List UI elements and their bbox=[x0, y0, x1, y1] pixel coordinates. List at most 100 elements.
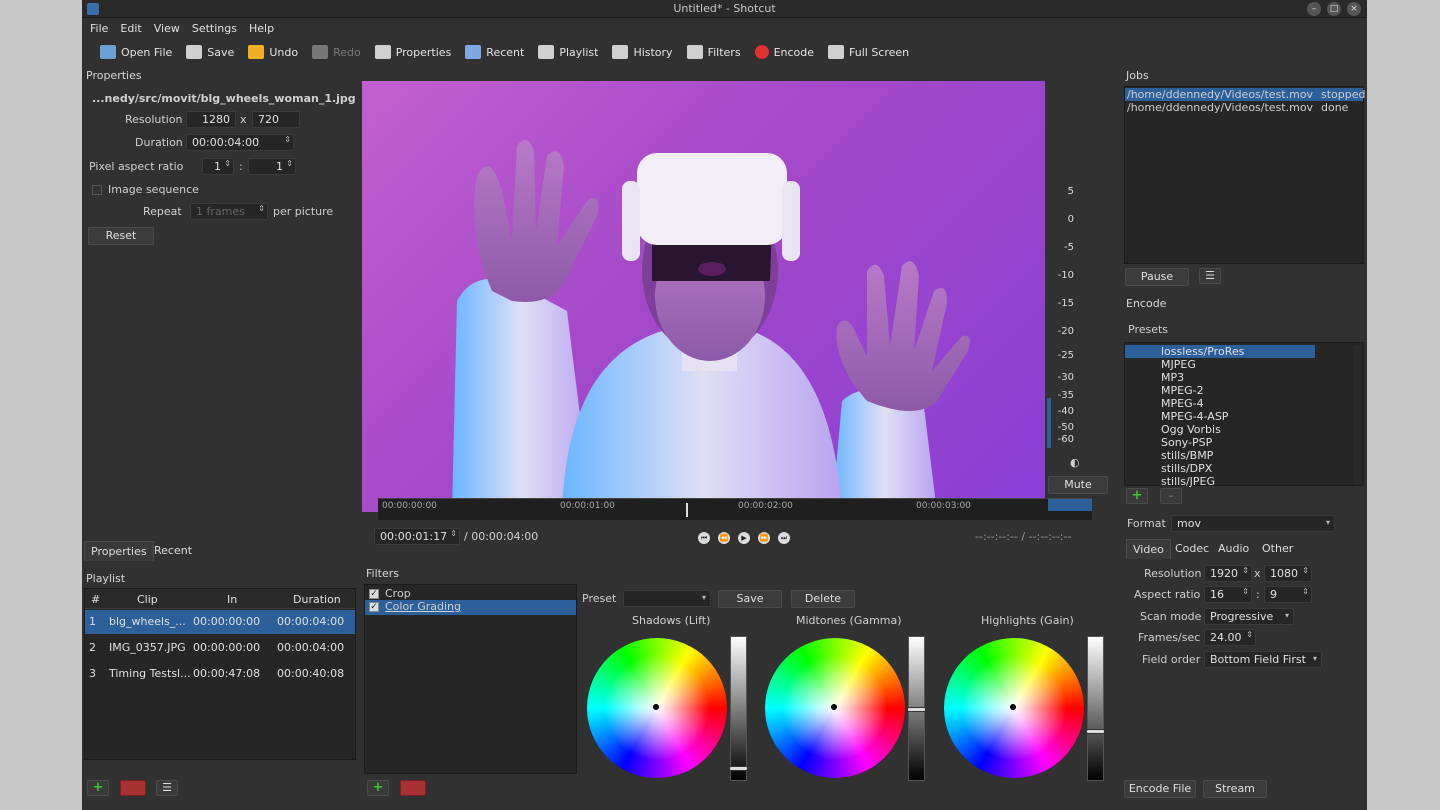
preset-item[interactable]: Sony-PSP bbox=[1161, 436, 1212, 449]
resolution-width-field[interactable]: 1280 bbox=[186, 111, 236, 128]
format-dropdown[interactable]: mov ▾ bbox=[1171, 515, 1335, 532]
close-icon[interactable]: × bbox=[1347, 2, 1361, 16]
slider-handle[interactable] bbox=[729, 766, 748, 771]
spin-icon[interactable]: ⇕ bbox=[286, 159, 293, 168]
pause-button[interactable]: Pause bbox=[1125, 268, 1189, 286]
properties-button[interactable]: Properties bbox=[369, 40, 460, 64]
shadows-level-slider[interactable] bbox=[729, 636, 748, 781]
fast-forward-icon[interactable]: ⏩ bbox=[758, 532, 770, 544]
tab-audio[interactable]: Audio bbox=[1212, 539, 1255, 559]
midtones-level-slider[interactable] bbox=[907, 636, 926, 781]
preset-delete-button[interactable]: Delete bbox=[791, 590, 855, 608]
redo-button[interactable]: Redo bbox=[306, 40, 369, 64]
scan-mode-dropdown[interactable]: Progressive ▾ bbox=[1204, 608, 1294, 625]
menu-settings[interactable]: Settings bbox=[192, 22, 237, 35]
resolution-height-field[interactable]: 720 bbox=[252, 111, 300, 128]
tab-codec[interactable]: Codec bbox=[1169, 539, 1215, 559]
play-icon[interactable]: ▶ bbox=[738, 532, 750, 544]
col-header-num[interactable]: # bbox=[91, 593, 100, 606]
add-clip-button[interactable]: + bbox=[87, 780, 109, 796]
repeat-field[interactable]: 1 frames ⇕ bbox=[190, 203, 268, 220]
spin-icon[interactable]: ⇕ bbox=[1242, 587, 1249, 596]
job-row[interactable]: /home/ddennedy/Videos/test.mov done bbox=[1125, 101, 1363, 114]
mute-button[interactable]: Mute bbox=[1048, 476, 1108, 494]
fps-field[interactable]: 24.00 ⇕ bbox=[1204, 629, 1256, 646]
menu-help[interactable]: Help bbox=[249, 22, 274, 35]
job-row-selected[interactable]: /home/ddennedy/Videos/test.mov stopped bbox=[1125, 88, 1366, 101]
reset-button[interactable]: Reset bbox=[88, 227, 154, 245]
volume-icon[interactable]: ◐ bbox=[1070, 456, 1080, 469]
enc-aspect-num-field[interactable]: 16 ⇕ bbox=[1204, 586, 1252, 603]
playlist-button[interactable]: Playlist bbox=[532, 40, 606, 64]
preset-item[interactable]: stills/DPX bbox=[1161, 462, 1212, 475]
encode-button[interactable]: Encode bbox=[749, 40, 822, 64]
recent-button[interactable]: Recent bbox=[459, 40, 532, 64]
shadows-color-wheel[interactable] bbox=[587, 638, 727, 778]
menu-edit[interactable]: Edit bbox=[120, 22, 141, 35]
spin-icon[interactable]: ⇕ bbox=[1246, 630, 1253, 639]
skip-previous-icon[interactable]: ⏮ bbox=[698, 532, 710, 544]
preset-item[interactable]: lossless/ProRes bbox=[1125, 345, 1315, 358]
col-header-in[interactable]: In bbox=[227, 593, 237, 606]
full-screen-button[interactable]: Full Screen bbox=[822, 40, 917, 64]
tab-video[interactable]: Video bbox=[1126, 539, 1171, 559]
spin-icon[interactable]: ⇕ bbox=[258, 204, 265, 213]
table-row[interactable]: 2 IMG_0357.JPG 00:00:00:00 00:00:04:00 bbox=[85, 636, 355, 660]
rewind-icon[interactable]: ⏪ bbox=[718, 532, 730, 544]
tab-properties[interactable]: Properties bbox=[84, 541, 154, 561]
preset-item[interactable]: stills/BMP bbox=[1161, 449, 1213, 462]
preset-save-button[interactable]: Save bbox=[718, 590, 782, 608]
table-row[interactable]: 3 Timing Testsl... 00:00:47:08 00:00:40:08 bbox=[85, 662, 355, 686]
highlights-level-slider[interactable] bbox=[1086, 636, 1105, 781]
preset-item[interactable]: MJPEG bbox=[1161, 358, 1196, 371]
spin-icon[interactable]: ⇕ bbox=[284, 135, 291, 144]
presets-scrollbar[interactable] bbox=[1353, 345, 1361, 485]
slider-handle[interactable] bbox=[907, 707, 926, 712]
minimize-icon[interactable]: – bbox=[1307, 2, 1321, 16]
spin-icon[interactable]: ⇕ bbox=[1242, 566, 1249, 575]
checkbox-icon[interactable]: ✓ bbox=[369, 602, 379, 612]
position-timecode-field[interactable]: 00:00:01:17 ⇕ bbox=[374, 528, 460, 545]
playhead[interactable] bbox=[686, 503, 688, 517]
image-sequence-checkbox[interactable]: Image sequence bbox=[92, 183, 199, 196]
video-preview[interactable] bbox=[362, 81, 1045, 512]
spin-icon[interactable]: ⇕ bbox=[224, 159, 231, 168]
spin-icon[interactable]: ⇕ bbox=[450, 529, 457, 538]
enc-aspect-den-field[interactable]: 9 ⇕ bbox=[1264, 586, 1312, 603]
wheel-picker[interactable] bbox=[653, 704, 659, 710]
midtones-color-wheel[interactable] bbox=[765, 638, 905, 778]
duration-field[interactable]: 00:00:04:00 ⇕ bbox=[186, 134, 294, 151]
par-den-field[interactable]: 1 ⇕ bbox=[248, 158, 296, 175]
preset-item[interactable]: Ogg Vorbis bbox=[1161, 423, 1221, 436]
maximize-icon[interactable]: □ bbox=[1327, 2, 1341, 16]
add-preset-button[interactable]: + bbox=[1126, 488, 1148, 504]
col-header-clip[interactable]: Clip bbox=[137, 593, 158, 606]
wheel-picker[interactable] bbox=[831, 704, 837, 710]
filter-color-grading-selected[interactable]: ✓ Color Grading bbox=[365, 600, 576, 615]
preset-item[interactable]: MPEG-2 bbox=[1161, 384, 1204, 397]
open-file-button[interactable]: Open File bbox=[94, 40, 180, 64]
preset-item[interactable]: stills/JPEG bbox=[1161, 475, 1215, 488]
highlights-color-wheel[interactable] bbox=[944, 638, 1084, 778]
table-row[interactable]: 1 blg_wheels_... 00:00:00:00 00:00:04:00 bbox=[85, 610, 355, 634]
spin-icon[interactable]: ⇕ bbox=[1302, 566, 1309, 575]
preset-dropdown[interactable]: ▾ bbox=[623, 590, 711, 607]
preset-item[interactable]: MPEG-4-ASP bbox=[1161, 410, 1228, 423]
stream-button[interactable]: Stream bbox=[1203, 780, 1267, 798]
skip-next-icon[interactable]: ⏭ bbox=[778, 532, 790, 544]
slider-handle[interactable] bbox=[1086, 729, 1105, 734]
filters-button[interactable]: Filters bbox=[681, 40, 749, 64]
timeline-ruler[interactable]: 00:00:00:00 00:00:01:00 00:00:02:00 00:0… bbox=[378, 498, 1092, 520]
col-header-duration[interactable]: Duration bbox=[293, 593, 341, 606]
remove-clip-button[interactable] bbox=[120, 780, 146, 796]
wheel-picker[interactable] bbox=[1010, 704, 1016, 710]
enc-height-field[interactable]: 1080 ⇕ bbox=[1264, 565, 1312, 582]
remove-filter-button[interactable] bbox=[400, 780, 426, 796]
tab-other[interactable]: Other bbox=[1256, 539, 1299, 559]
encode-file-button[interactable]: Encode File bbox=[1124, 780, 1196, 798]
menu-file[interactable]: File bbox=[90, 22, 108, 35]
undo-button[interactable]: Undo bbox=[242, 40, 306, 64]
remove-preset-button[interactable]: – bbox=[1160, 488, 1182, 504]
par-num-field[interactable]: 1 ⇕ bbox=[202, 158, 234, 175]
playlist-menu-button[interactable]: ☰ bbox=[156, 780, 178, 796]
